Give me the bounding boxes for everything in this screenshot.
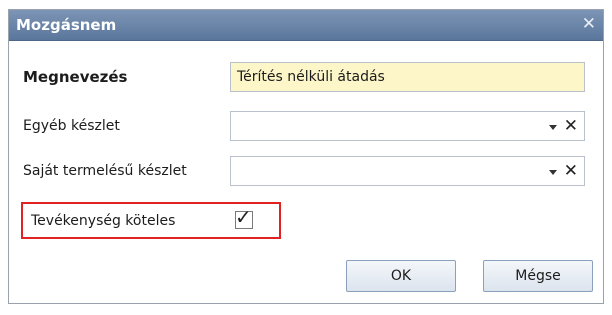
megnevezes-value: Térítés nélküli átadás: [237, 69, 385, 85]
tevekenyseg-highlight-box: Tevékenység köteles ✓: [21, 202, 281, 239]
chevron-down-icon[interactable]: [549, 170, 557, 175]
dialog-title: Mozgásnem: [16, 16, 117, 34]
sajat-keszlet-label: Saját termelésű készlet: [23, 163, 187, 179]
cancel-button[interactable]: Mégse: [483, 260, 593, 292]
tevekenyseg-checkbox[interactable]: ✓: [235, 206, 253, 229]
clear-icon[interactable]: ✕: [564, 115, 578, 137]
clear-icon[interactable]: ✕: [564, 160, 578, 182]
egyeb-keszlet-combobox[interactable]: ✕: [230, 111, 585, 141]
chevron-down-icon[interactable]: [549, 125, 557, 130]
tevekenyseg-label: Tevékenység köteles: [31, 213, 176, 229]
close-icon[interactable]: ✕: [582, 14, 596, 34]
megnevezes-input[interactable]: Térítés nélküli átadás: [230, 62, 585, 92]
checkmark-icon: ✓: [235, 205, 252, 229]
sajat-keszlet-combobox[interactable]: ✕: [230, 156, 585, 186]
megnevezes-label: Megnevezés: [23, 68, 128, 86]
dialog-window: Mozgásnem ✕ Megnevezés Térítés nélküli á…: [8, 9, 604, 304]
title-bar: Mozgásnem ✕: [9, 10, 603, 41]
ok-button[interactable]: OK: [346, 260, 456, 292]
egyeb-keszlet-label: Egyéb készlet: [23, 118, 120, 134]
